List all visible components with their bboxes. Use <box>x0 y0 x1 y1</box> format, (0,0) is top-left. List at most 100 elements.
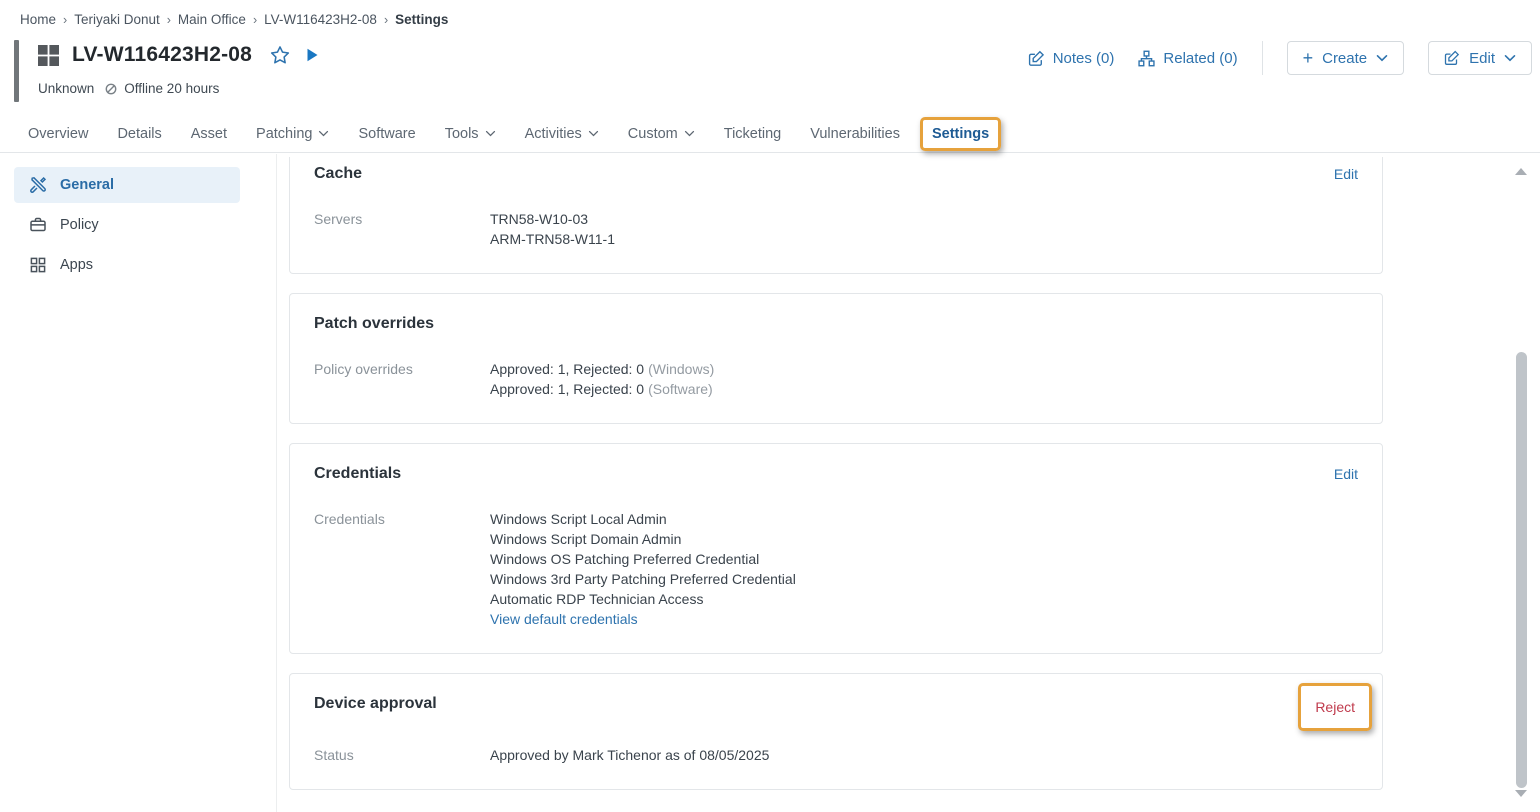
notes-label: Notes (0) <box>1053 50 1115 67</box>
value-text: Windows 3rd Party Patching Preferred Cre… <box>490 571 796 587</box>
offline-icon <box>105 83 117 95</box>
sidebar-item-label: Apps <box>60 257 93 273</box>
field-label: Policy overrides <box>314 359 490 379</box>
star-icon[interactable] <box>269 44 291 66</box>
field-values: Approved: 1, Rejected: 0(Windows)Approve… <box>490 359 714 399</box>
tab-label: Tools <box>445 126 479 142</box>
tab-label: Settings <box>932 126 989 142</box>
breadcrumb-item[interactable]: Home <box>20 12 56 27</box>
field-value-line: Approved: 1, Rejected: 0(Windows) <box>490 359 714 379</box>
field-value-line: Windows Script Domain Admin <box>490 529 796 549</box>
card-head: Credentials Edit <box>314 465 1358 483</box>
device-approval-action-link[interactable]: Reject <box>1315 698 1355 716</box>
tools-icon <box>29 176 47 194</box>
value-text: Approved: 1, Rejected: 0 <box>490 381 644 397</box>
field-value-line: Approved: 1, Rejected: 0(Software) <box>490 379 714 399</box>
tab-patching[interactable]: Patching <box>256 126 329 142</box>
sidebar-item-general[interactable]: General <box>14 167 240 203</box>
field-values: Windows Script Local Admin Windows Script… <box>490 509 796 629</box>
tab-label: Asset <box>191 126 227 142</box>
sidebar-item-policy[interactable]: Policy <box>14 207 240 243</box>
grid-icon <box>29 256 47 274</box>
create-button[interactable]: + Create <box>1287 41 1405 75</box>
edit-button[interactable]: Edit <box>1428 41 1532 75</box>
scrollbar-thumb[interactable] <box>1516 352 1527 788</box>
field-label: Status <box>314 745 490 765</box>
cache-action-link[interactable]: Edit <box>1334 165 1358 183</box>
tab-label: Software <box>358 126 415 142</box>
notes-link[interactable]: Notes (0) <box>1028 50 1115 67</box>
value-text: View default credentials <box>490 611 638 627</box>
breadcrumb: Home › Teriyaki Donut › Main Office › LV-W1164… <box>20 12 448 27</box>
view-default-credentials-link[interactable]: View default credentials <box>490 609 796 629</box>
device-title: LV-W116423H2-08 <box>72 43 252 67</box>
card-title: Credentials <box>314 465 401 483</box>
card-patch-overrides: Patch overrides Policy overridesApproved:… <box>289 293 1383 424</box>
main-area: General Policy Apps CacheEdit ServersTRN58-… <box>0 154 1540 812</box>
breadcrumb-item[interactable]: LV-W116423H2-08 <box>264 12 377 27</box>
value-text: Approved by Mark Tichenor as of 08/05/20… <box>490 747 769 763</box>
field-value-line: Windows 3rd Party Patching Preferred Cre… <box>490 569 796 589</box>
field-value-line: TRN58-W10-03 <box>490 209 615 229</box>
field-value-line: Approved by Mark Tichenor as of 08/05/20… <box>490 745 769 765</box>
field-label: Credentials <box>314 509 490 529</box>
breadcrumb-item: Settings <box>395 12 448 27</box>
scroll-up-icon[interactable] <box>1515 168 1527 175</box>
tab-details[interactable]: Details <box>117 126 161 142</box>
value-text: Approved: 1, Rejected: 0 <box>490 361 644 377</box>
create-label: Create <box>1322 50 1367 67</box>
field-value-line: ARM-TRN58-W11-1 <box>490 229 615 249</box>
breadcrumb-separator: › <box>63 13 67 27</box>
windows-icon <box>38 45 59 66</box>
chevron-down-icon <box>588 130 599 137</box>
device-settings-page: Home › Teriyaki Donut › Main Office › LV-W1164… <box>0 0 1540 812</box>
annotation-highlight-box: Settings <box>920 117 1001 151</box>
tab-overview[interactable]: Overview <box>28 126 88 142</box>
breadcrumb-item[interactable]: Teriyaki Donut <box>74 12 160 27</box>
field-row: Policy overridesApproved: 1, Rejected: 0… <box>314 359 1358 399</box>
chevron-down-icon <box>1504 54 1516 62</box>
value-suffix: (Windows) <box>648 361 714 377</box>
field-row: StatusApproved by Mark Tichenor as of 08… <box>314 745 1358 765</box>
scroll-down-icon[interactable] <box>1515 790 1527 797</box>
tab-tools[interactable]: Tools <box>445 126 496 142</box>
field-row: ServersTRN58-W10-03 ARM-TRN58-W11-1 <box>314 209 1358 249</box>
annotation-highlight-box: Reject <box>1298 683 1372 731</box>
tab-vulnerabilities[interactable]: Vulnerabilities <box>810 126 900 142</box>
card-credentials: CredentialsEditCredentialsWindows Script… <box>289 443 1383 654</box>
field-value-line: Automatic RDP Technician Access <box>490 589 796 609</box>
offline-text: Offline 20 hours <box>124 81 219 96</box>
settings-content: CacheEdit ServersTRN58-W10-03 ARM-TRN58-W1… <box>277 154 1540 812</box>
field-values: TRN58-W10-03 ARM-TRN58-W11-1 <box>490 209 615 249</box>
play-icon[interactable] <box>304 47 320 63</box>
sidebar-item-apps[interactable]: Apps <box>14 247 240 283</box>
tab-asset[interactable]: Asset <box>191 126 227 142</box>
sidebar-item-label: Policy <box>60 217 99 233</box>
field-label: Servers <box>314 209 490 229</box>
tab-label: Custom <box>628 126 678 142</box>
card-head: Patch overrides <box>314 315 1358 333</box>
tab-label: Ticketing <box>724 126 781 142</box>
value-text: Windows Script Local Admin <box>490 511 667 527</box>
breadcrumb-item[interactable]: Main Office <box>178 12 246 27</box>
field-row: CredentialsWindows Script Local AdminWin… <box>314 509 1358 629</box>
tab-software[interactable]: Software <box>358 126 415 142</box>
tab-label: Vulnerabilities <box>810 126 900 142</box>
field-value-line: Windows OS Patching Preferred Credential <box>490 549 796 569</box>
breadcrumb-separator: › <box>384 13 388 27</box>
tab-custom[interactable]: Custom <box>628 126 695 142</box>
tab-label: Details <box>117 126 161 142</box>
field-value-line: Windows Script Local Admin <box>490 509 796 529</box>
related-link[interactable]: Related (0) <box>1138 50 1237 67</box>
sidebar-item-label: General <box>60 177 114 193</box>
value-text: TRN58-W10-03 <box>490 211 588 227</box>
credentials-action-link[interactable]: Edit <box>1334 465 1358 483</box>
chevron-down-icon <box>1376 54 1388 62</box>
briefcase-icon <box>29 216 47 234</box>
tab-ticketing[interactable]: Ticketing <box>724 126 781 142</box>
tab-activities[interactable]: Activities <box>525 126 599 142</box>
value-text: ARM-TRN58-W11-1 <box>490 231 615 247</box>
breadcrumb-separator: › <box>253 13 257 27</box>
tab-settings[interactable]: Settings <box>932 126 989 142</box>
card-head: CacheEdit <box>314 165 1358 183</box>
